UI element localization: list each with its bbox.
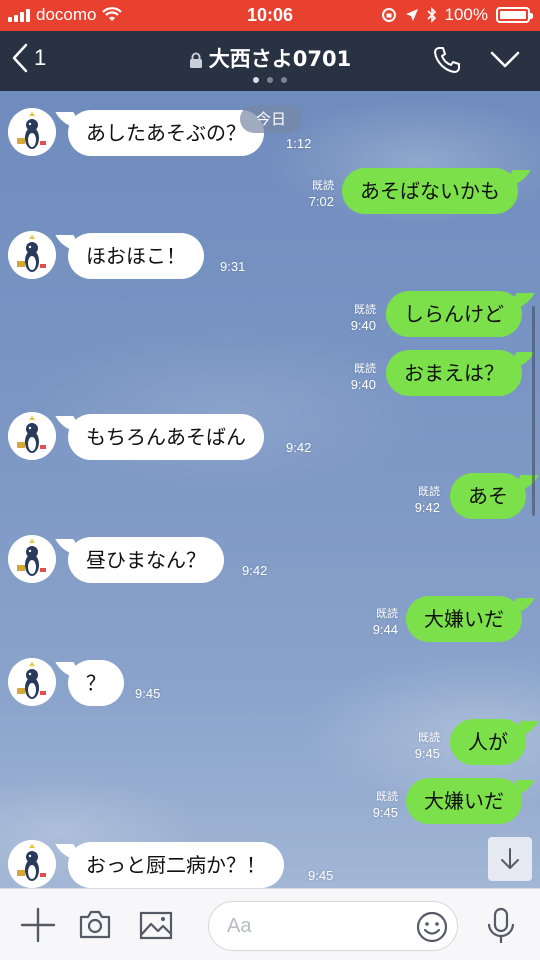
- message-meta: 既読 9:45: [360, 790, 398, 820]
- outgoing-message[interactable]: あそばないかも: [342, 168, 518, 214]
- image-icon: [139, 911, 173, 940]
- read-receipt: 既読: [312, 180, 334, 192]
- lock-icon: [189, 52, 202, 68]
- avatar[interactable]: [8, 658, 56, 706]
- bluetooth-icon: [426, 7, 436, 23]
- scroll-to-bottom-button[interactable]: [488, 837, 532, 881]
- rotation-lock-icon: [381, 8, 396, 22]
- battery-percent: 100%: [444, 5, 488, 24]
- incoming-message[interactable]: ほおほこ！: [68, 233, 204, 279]
- avatar[interactable]: [8, 231, 56, 279]
- chat-area[interactable]: あしたあそぶの？ 1:12 今日 既読 7:02 あそばないかも ほおほこ！ 9…: [0, 91, 540, 888]
- avatar[interactable]: [8, 412, 56, 460]
- status-bar: docomo 10:06 100%: [0, 0, 540, 31]
- page-dot: [281, 77, 287, 83]
- outgoing-message[interactable]: 人が: [450, 719, 526, 765]
- plus-icon: [20, 907, 56, 943]
- message-meta: 既読 7:02: [296, 179, 334, 209]
- message-time: 9:45: [414, 746, 440, 761]
- incoming-message[interactable]: 昼ひまなん？: [68, 537, 224, 583]
- camera-button[interactable]: [77, 907, 113, 947]
- microphone-icon: [487, 907, 515, 943]
- arrow-down-icon: [501, 848, 519, 869]
- phone-icon: [434, 47, 460, 73]
- outgoing-message[interactable]: あそ: [450, 473, 526, 519]
- message-time: 9:45: [372, 805, 398, 820]
- photo-button[interactable]: [138, 907, 174, 947]
- camera-icon: [79, 910, 111, 939]
- outgoing-message[interactable]: 大嫌いだ: [406, 778, 522, 824]
- message-time: 9:45: [135, 686, 161, 701]
- message-time: 9:31: [220, 259, 246, 274]
- page-dot: [253, 77, 259, 83]
- read-receipt: 既読: [354, 363, 376, 375]
- incoming-message[interactable]: ？: [68, 660, 124, 706]
- location-icon: [405, 9, 418, 21]
- contact-name: 大西さよ0701: [208, 47, 352, 71]
- scrollbar[interactable]: [532, 306, 535, 516]
- avatar[interactable]: [8, 535, 56, 583]
- page-dot: [267, 77, 273, 83]
- message-time: 9:45: [308, 868, 334, 883]
- incoming-message[interactable]: おっと厨二病か？！: [68, 842, 284, 888]
- call-button[interactable]: [432, 45, 462, 79]
- read-receipt: 既読: [418, 486, 440, 498]
- read-receipt: 既読: [418, 732, 440, 744]
- message-time: 1:12: [286, 136, 312, 151]
- message-meta: 既読 9:44: [360, 607, 398, 637]
- chat-header: 1 大西さよ0701: [0, 31, 540, 91]
- avatar[interactable]: [8, 108, 56, 156]
- incoming-message[interactable]: あしたあそぶの？: [68, 110, 264, 156]
- add-button[interactable]: [20, 907, 56, 947]
- menu-toggle-button[interactable]: [490, 51, 520, 73]
- message-time: 9:40: [350, 377, 376, 392]
- battery-icon: [496, 7, 533, 23]
- message-meta: 既読 9:40: [338, 303, 376, 333]
- message-meta: 既読 9:45: [402, 731, 440, 761]
- read-receipt: 既読: [376, 608, 398, 620]
- outgoing-message[interactable]: しらんけど: [386, 291, 522, 337]
- message-field[interactable]: [208, 901, 458, 951]
- voice-button[interactable]: [484, 907, 518, 949]
- message-time: 9:42: [242, 563, 268, 578]
- status-icons: 100%: [381, 5, 533, 25]
- chevron-down-icon: [490, 51, 520, 68]
- message-meta: 既読 9:40: [338, 362, 376, 392]
- outgoing-message[interactable]: 大嫌いだ: [406, 596, 522, 642]
- message-time: 9:42: [286, 440, 312, 455]
- read-receipt: 既読: [376, 791, 398, 803]
- message-time: 9:40: [350, 318, 376, 333]
- message-meta: 既読 9:42: [402, 485, 440, 515]
- date-divider: 今日: [240, 105, 302, 133]
- smiley-icon: [416, 911, 448, 943]
- read-receipt: 既読: [354, 304, 376, 316]
- message-time: 9:42: [414, 500, 440, 515]
- emoji-button[interactable]: [415, 910, 449, 948]
- incoming-message[interactable]: もちろんあそばん: [68, 414, 264, 460]
- message-time: 7:02: [308, 194, 334, 209]
- message-time: 9:44: [372, 622, 398, 637]
- outgoing-message[interactable]: おまえは？: [386, 350, 522, 396]
- message-input[interactable]: [227, 902, 407, 950]
- avatar[interactable]: [8, 840, 56, 888]
- message-input-bar: [0, 888, 540, 960]
